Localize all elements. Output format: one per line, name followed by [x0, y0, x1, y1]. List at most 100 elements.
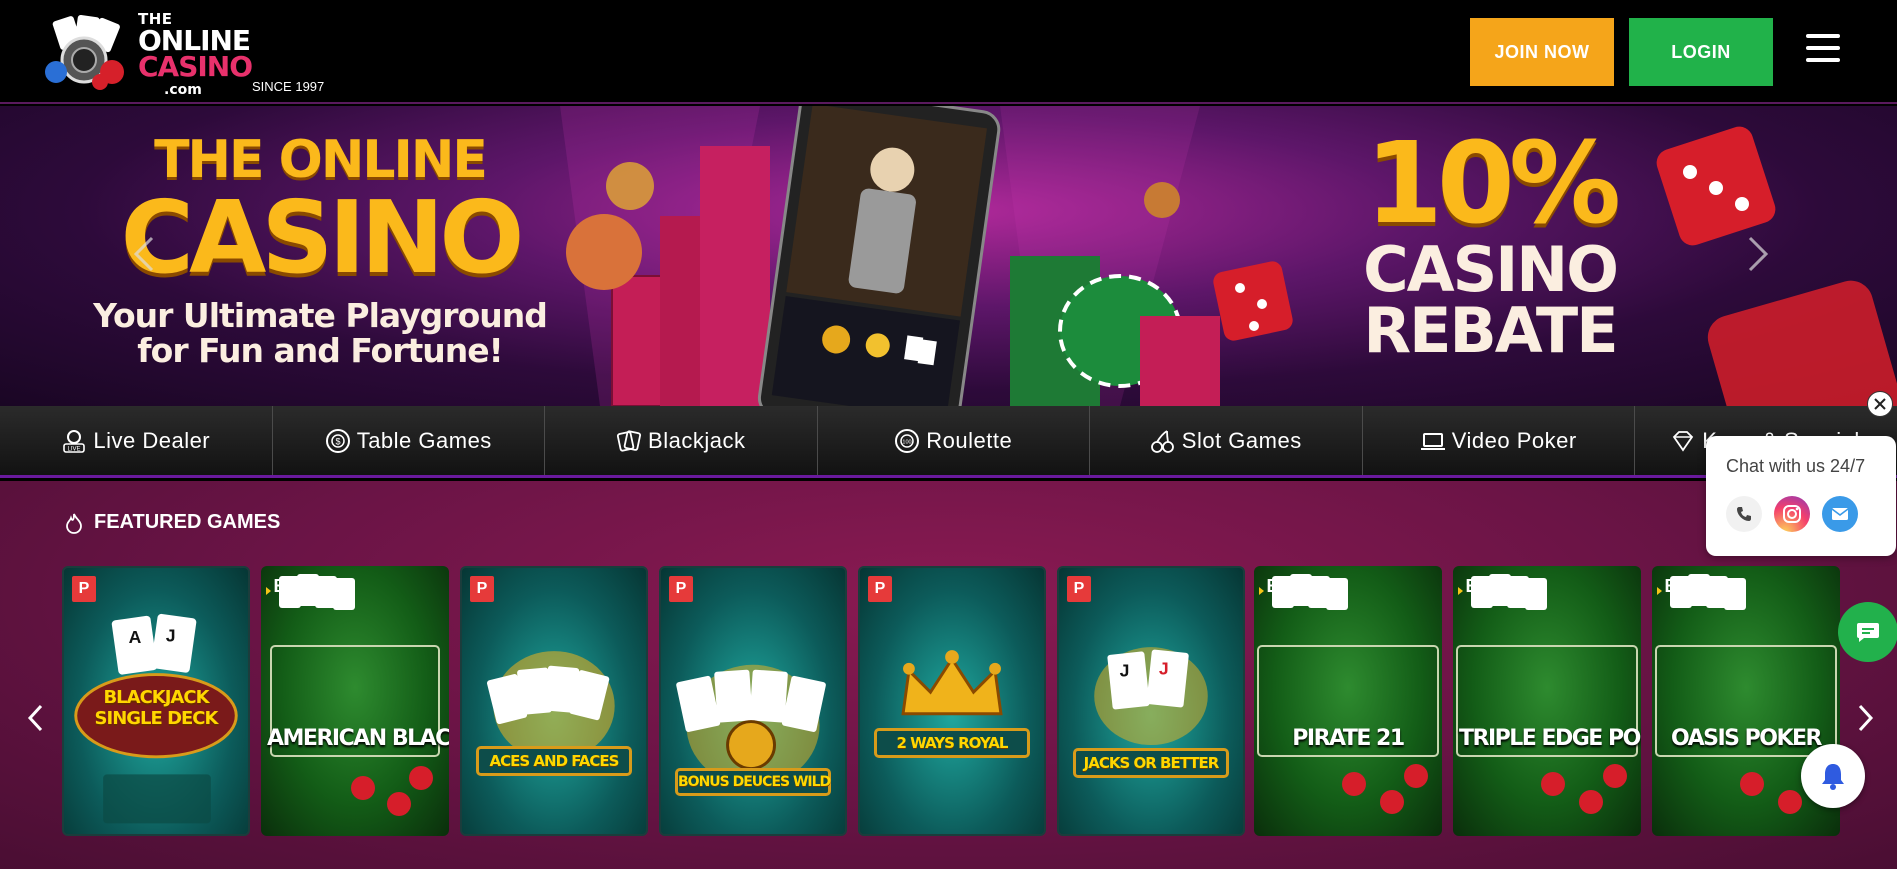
close-icon	[1874, 398, 1886, 410]
hero-tagline-line2: for Fun and Fortune!	[137, 330, 503, 370]
featured-games-section: FEATURED GAMES A J P BLACKJACK SINGLE DE…	[0, 481, 1897, 869]
game-card[interactable]: B AMERICAN BLACKJACK	[261, 566, 449, 836]
chip-icon: $	[325, 428, 350, 453]
hero-prev-arrow-icon[interactable]	[132, 234, 156, 274]
game-title: OASIS POKER	[1670, 726, 1823, 751]
hero-tagline: Your Ultimate Playground for Fun and For…	[90, 296, 550, 370]
casino-chips-logo-icon	[45, 15, 124, 90]
provider-badge: P	[470, 576, 494, 602]
game-title: BONUS DEUCES WILD	[675, 768, 831, 796]
login-button[interactable]: LOGIN	[1629, 18, 1773, 86]
svg-text:J: J	[1159, 659, 1169, 679]
hero-tagline-line1: Your Ultimate Playground	[93, 296, 548, 335]
hero-title-line2: CASINO	[120, 179, 525, 296]
svg-text:LIVE: LIVE	[68, 446, 81, 452]
provider-badge: P	[72, 576, 96, 602]
carousel-prev-arrow-icon[interactable]	[26, 703, 46, 733]
game-card[interactable]: J J P JACKS OR BETTER	[1057, 566, 1245, 836]
game-card[interactable]: B PIRATE 21	[1254, 566, 1442, 836]
provider-badge: P	[669, 576, 693, 602]
game-title: PIRATE 21	[1292, 726, 1405, 751]
game-title: AMERICAN BLACKJACK	[267, 726, 449, 751]
chat-close-button[interactable]	[1867, 391, 1893, 417]
category-video-poker[interactable]: Video Poker	[1363, 406, 1635, 475]
category-label: Roulette	[926, 427, 1013, 453]
hero-promo-block: 10% CASINO REBATE	[1340, 128, 1640, 362]
game-card[interactable]: P ACES AND FACES	[460, 566, 648, 836]
hero-title-block: THE ONLINE CASINO Your Ultimate Playgrou…	[90, 130, 550, 368]
game-card[interactable]: P BONUS DEUCES WILD	[659, 566, 847, 836]
logo-wordmark: THE ONLINE CASINO .com	[138, 12, 253, 98]
bell-icon	[1822, 764, 1844, 790]
chat-popup: Chat with us 24/7	[1706, 436, 1896, 556]
game-art	[901, 650, 1003, 716]
promo-text-line1: CASINO	[1363, 233, 1619, 306]
game-card[interactable]: B TRIPLE EDGE POKER	[1453, 566, 1641, 836]
games-carousel: A J P BLACKJACK SINGLE DECK B AMERICAN B…	[62, 566, 1842, 838]
game-title: 2 WAYS ROYAL	[874, 728, 1030, 758]
phone-button[interactable]	[1726, 496, 1762, 532]
svg-text:$: $	[335, 436, 340, 446]
site-header: THE ONLINE CASINO .com SINCE 1997 JOIN N…	[0, 0, 1897, 104]
featured-title: FEATURED GAMES	[94, 511, 281, 533]
cherry-icon	[1150, 429, 1174, 453]
join-now-button[interactable]: JOIN NOW	[1470, 18, 1614, 86]
game-card[interactable]: P 2 WAYS ROYAL	[858, 566, 1046, 836]
category-label: Video Poker	[1451, 427, 1577, 453]
featured-header: FEATURED GAMES	[64, 511, 280, 534]
promo-percent: 10%	[1364, 119, 1621, 249]
game-art	[1257, 574, 1439, 814]
site-logo[interactable]: THE ONLINE CASINO .com SINCE 1997	[42, 12, 342, 98]
email-button[interactable]	[1822, 496, 1858, 532]
carousel-next-arrow-icon[interactable]	[1855, 703, 1875, 733]
game-art	[270, 574, 440, 816]
provider-badge: B	[1259, 574, 1284, 598]
game-art	[487, 651, 615, 761]
svg-text:J: J	[1120, 661, 1130, 681]
instagram-icon	[1783, 505, 1801, 523]
provider-badge: P	[868, 576, 892, 602]
diamond-icon	[1673, 430, 1694, 452]
game-art	[1456, 574, 1638, 814]
roulette-icon: 100	[895, 428, 920, 453]
promo-text-line2: REBATE	[1363, 293, 1618, 367]
category-label: Blackjack	[648, 427, 746, 453]
chat-title: Chat with us 24/7	[1726, 456, 1866, 476]
instagram-button[interactable]	[1774, 496, 1810, 532]
laptop-icon	[1420, 432, 1445, 450]
category-nav: LIVE Live Dealer $ Table Games Blackjack…	[0, 406, 1897, 478]
category-blackjack[interactable]: Blackjack	[545, 406, 818, 475]
email-icon	[1831, 508, 1849, 520]
category-label: Slot Games	[1181, 427, 1302, 453]
game-title: TRIPLE EDGE POKER	[1459, 726, 1641, 751]
provider-badge: B	[266, 574, 291, 598]
hero-banner[interactable]: THE ONLINE CASINO Your Ultimate Playgrou…	[0, 106, 1897, 406]
chat-toggle-button[interactable]	[1838, 602, 1897, 662]
game-title: ACES AND FACES	[476, 746, 632, 776]
svg-text:A: A	[129, 627, 142, 647]
cards-icon	[616, 429, 642, 452]
game-art: J J	[1094, 647, 1208, 746]
svg-text:100: 100	[903, 439, 912, 445]
category-table-games[interactable]: $ Table Games	[273, 406, 545, 475]
phone-icon	[1737, 507, 1751, 521]
game-title: BLACKJACK SINGLE DECK	[94, 687, 219, 729]
live-dealer-icon: LIVE	[63, 429, 86, 453]
hero-next-arrow-icon[interactable]	[1746, 234, 1770, 274]
menu-icon[interactable]	[1806, 34, 1840, 62]
provider-badge: P	[1067, 576, 1091, 602]
category-live-dealer[interactable]: LIVE Live Dealer	[0, 406, 273, 475]
category-slot-games[interactable]: Slot Games	[1090, 406, 1363, 475]
svg-text:J: J	[166, 625, 176, 645]
chat-bubble-icon	[1857, 623, 1879, 642]
logo-since: SINCE 1997	[252, 79, 325, 94]
provider-badge: B	[1458, 574, 1483, 598]
game-title: JACKS OR BETTER	[1073, 748, 1229, 778]
provider-badge: B	[1657, 574, 1682, 598]
logo-line-com: .com	[164, 82, 202, 98]
flame-icon	[66, 513, 82, 534]
category-roulette[interactable]: 100 Roulette	[818, 406, 1090, 475]
notifications-button[interactable]	[1801, 744, 1865, 808]
category-label: Live Dealer	[93, 427, 211, 453]
game-card[interactable]: A J P BLACKJACK SINGLE DECK	[62, 566, 250, 836]
